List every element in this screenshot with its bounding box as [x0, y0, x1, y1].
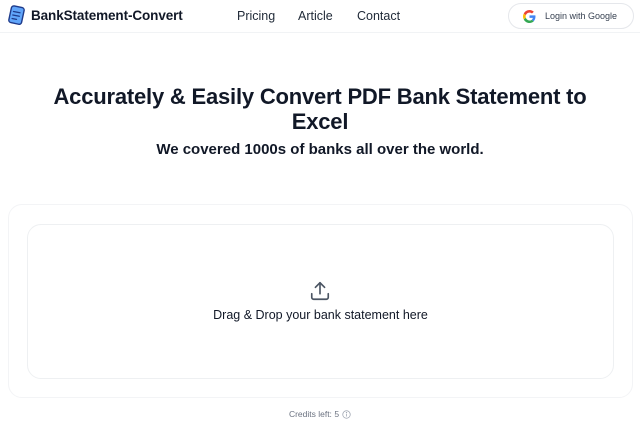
page-subtitle: We covered 1000s of banks all over the w…: [156, 141, 484, 158]
login-button-label: Login with Google: [545, 11, 618, 21]
dropzone-prompt: Drag & Drop your bank statement here: [213, 308, 428, 322]
upload-icon: [310, 281, 330, 301]
page-title: Accurately & Easily Convert PDF Bank Sta…: [53, 84, 587, 134]
login-with-google-button[interactable]: Login with Google: [508, 3, 634, 29]
top-navbar: BankStatement-Convert Pricing Article Co…: [0, 0, 640, 33]
nav-link-pricing[interactable]: Pricing: [237, 8, 275, 24]
google-icon: [523, 9, 536, 23]
nav-link-article[interactable]: Article: [298, 8, 333, 24]
credits-indicator: Credits left: 5: [0, 409, 640, 419]
credits-value: 5: [334, 409, 340, 419]
info-icon[interactable]: [342, 409, 351, 419]
nav-link-contact[interactable]: Contact: [357, 8, 400, 24]
credits-label: Credits left:: [288, 409, 332, 419]
